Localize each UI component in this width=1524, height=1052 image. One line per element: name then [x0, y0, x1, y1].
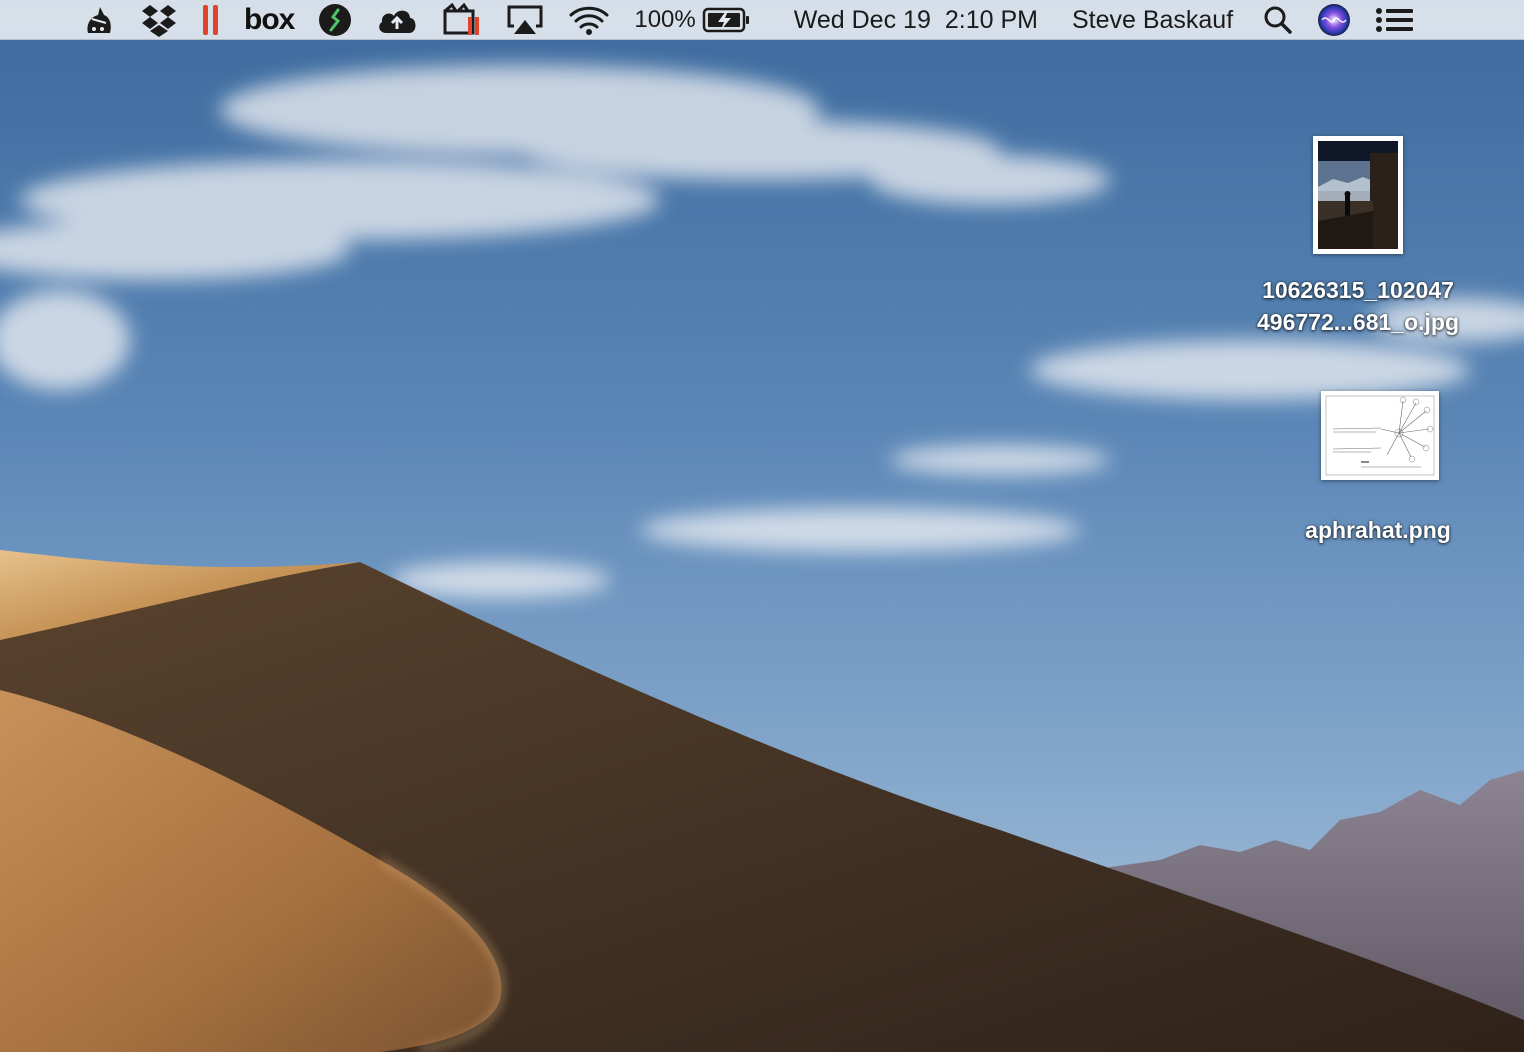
screen-recorder-icon[interactable]: [442, 0, 482, 40]
file-name-line1: 10626315_102047: [1262, 277, 1454, 303]
battery-percentage[interactable]: 100%: [634, 0, 695, 40]
spotlight-search-icon[interactable]: [1263, 0, 1293, 40]
parallels-icon[interactable]: [202, 0, 220, 40]
file-name-line2: 496772...681_o.jpg: [1256, 309, 1459, 335]
photo-preview-image: [1318, 141, 1398, 249]
cloud-upload-icon[interactable]: [376, 0, 418, 40]
file-thumbnail-document[interactable]: [1321, 391, 1439, 480]
dollar-app-icon[interactable]: [318, 0, 352, 40]
alfred-icon[interactable]: [80, 0, 116, 40]
notification-center-icon[interactable]: [1375, 0, 1415, 40]
box-icon[interactable]: box: [244, 0, 295, 40]
file-name: aphrahat.png: [1305, 517, 1451, 543]
desktop[interactable]: box 100% Wed Dec 19 2:10 PM Steve Baskau…: [0, 0, 1524, 1052]
menu-bar: box 100% Wed Dec 19 2:10 PM Steve Baskau…: [0, 0, 1524, 40]
menubar-clock[interactable]: Wed Dec 19 2:10 PM: [794, 0, 1038, 40]
clock-date: Wed Dec 19: [793, 5, 931, 34]
battery-charging-icon[interactable]: [702, 0, 750, 40]
clock-time: 2:10 PM: [944, 5, 1038, 34]
file-thumbnail-photo[interactable]: [1313, 136, 1403, 254]
siri-icon[interactable]: [1317, 0, 1351, 40]
document-preview-image: [1321, 391, 1439, 480]
file-label-document[interactable]: aphrahat.png: [1258, 514, 1498, 546]
fast-user-switching-name[interactable]: Steve Baskauf: [1072, 0, 1233, 40]
file-label-photo[interactable]: 10626315_102047 496772...681_o.jpg: [1228, 274, 1488, 338]
airplay-icon[interactable]: [506, 0, 544, 40]
wifi-icon[interactable]: [568, 0, 610, 40]
dropbox-icon[interactable]: [140, 0, 178, 40]
